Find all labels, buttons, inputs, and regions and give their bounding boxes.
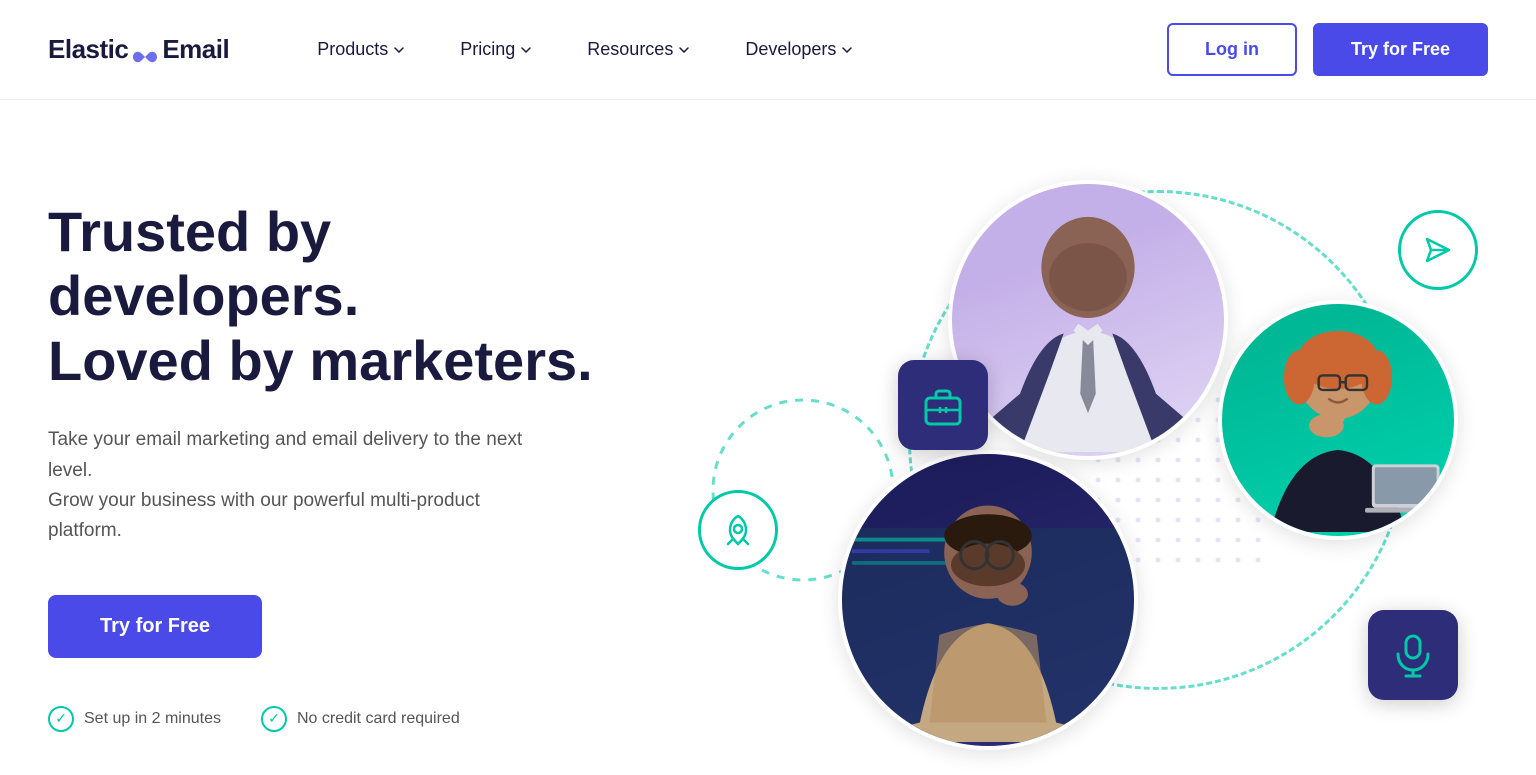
- brand-name-part1: Elastic: [48, 34, 128, 65]
- nav-item-products[interactable]: Products: [289, 27, 432, 72]
- hero-section: Trusted by developers. Loved by marketer…: [0, 100, 1536, 775]
- microphone-icon: [1388, 630, 1438, 680]
- navbar: Elastic Email Products Pricing Resources: [0, 0, 1536, 100]
- send-icon-circle: [1398, 210, 1478, 290]
- login-button[interactable]: Log in: [1167, 23, 1297, 76]
- check-icon: ✓: [261, 706, 287, 732]
- hero-illustration: [648, 160, 1488, 775]
- chevron-down-icon: [842, 47, 852, 53]
- brand-logo-icon: [131, 41, 159, 57]
- nav-try-button[interactable]: Try for Free: [1313, 23, 1488, 76]
- chevron-down-icon: [679, 47, 689, 53]
- chevron-down-icon: [521, 47, 531, 53]
- hero-subtitle: Take your email marketing and email deli…: [48, 425, 548, 547]
- avatar-person-3: [1218, 300, 1458, 540]
- badge-setup: ✓ Set up in 2 minutes: [48, 706, 221, 732]
- microphone-icon-card: [1368, 610, 1458, 700]
- rocket-icon: [718, 510, 758, 550]
- nav-actions: Log in Try for Free: [1167, 23, 1488, 76]
- briefcase-icon-card: [898, 360, 988, 450]
- nav-item-resources[interactable]: Resources: [559, 27, 717, 72]
- check-icon: ✓: [48, 706, 74, 732]
- chevron-down-icon: [394, 47, 404, 53]
- hero-badges: ✓ Set up in 2 minutes ✓ No credit card r…: [48, 706, 648, 732]
- hero-title: Trusted by developers. Loved by marketer…: [48, 200, 648, 393]
- hero-cta-button[interactable]: Try for Free: [48, 595, 262, 658]
- badge-no-card: ✓ No credit card required: [261, 706, 460, 732]
- hero-content: Trusted by developers. Loved by marketer…: [48, 160, 648, 732]
- briefcase-icon: [918, 380, 968, 430]
- send-icon: [1419, 231, 1457, 269]
- brand-logo[interactable]: Elastic Email: [48, 34, 229, 65]
- nav-item-pricing[interactable]: Pricing: [432, 27, 559, 72]
- avatar-person-1: [948, 180, 1228, 460]
- avatar-person-2: [838, 450, 1138, 750]
- nav-links: Products Pricing Resources Developers: [289, 27, 1167, 72]
- nav-item-developers[interactable]: Developers: [717, 27, 880, 72]
- rocket-icon-circle: [698, 490, 778, 570]
- brand-name-part2: Email: [162, 34, 229, 65]
